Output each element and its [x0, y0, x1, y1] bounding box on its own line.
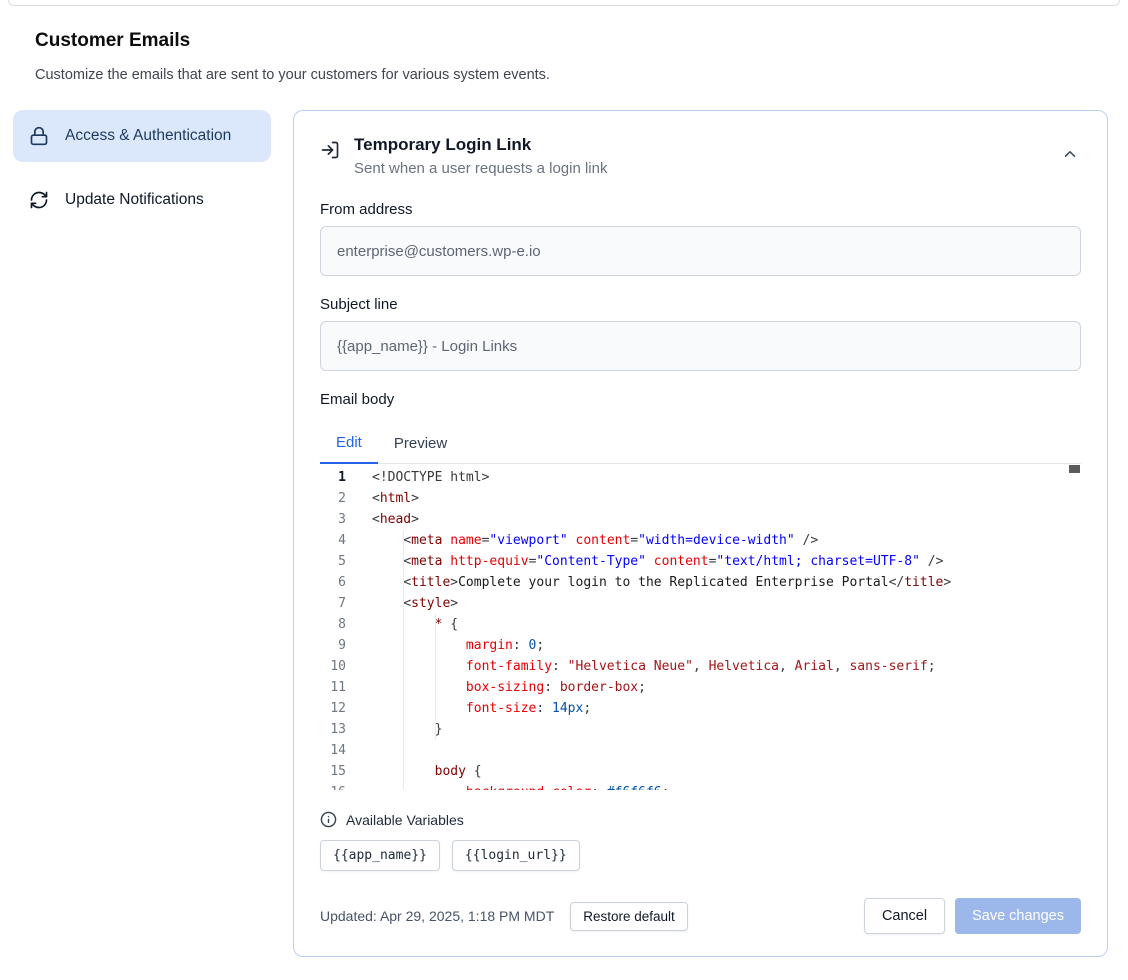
lock-icon — [29, 126, 49, 146]
cancel-button[interactable]: Cancel — [864, 898, 945, 934]
tab-edit[interactable]: Edit — [320, 425, 378, 464]
variable-chips: {{app_name}} {{login_url}} — [320, 840, 1081, 871]
editor-gutter: 12345678910111213141516 — [320, 467, 346, 790]
page-header: Customer Emails Customize the emails tha… — [0, 6, 1128, 83]
sidebar-item-label: Update Notifications — [65, 188, 204, 212]
email-body-label: Email body — [320, 391, 1081, 408]
tab-preview[interactable]: Preview — [378, 425, 463, 463]
from-address-input[interactable] — [320, 226, 1081, 276]
editor-tabbar: Edit Preview — [320, 425, 1081, 464]
editor-code[interactable]: <!DOCTYPE html><html><head> <meta name="… — [346, 467, 951, 790]
chevron-up-icon — [1061, 145, 1079, 166]
indent-guide — [435, 614, 436, 740]
email-body-code-editor[interactable]: 12345678910111213141516 <!DOCTYPE html><… — [320, 464, 1081, 790]
sidebar-item-label: Access & Authentication — [65, 124, 231, 148]
save-changes-button[interactable]: Save changes — [955, 898, 1081, 934]
log-in-icon — [320, 140, 340, 160]
subject-line-input[interactable] — [320, 321, 1081, 371]
available-variables-label: Available Variables — [346, 812, 464, 828]
editor-scrollbar-thumb[interactable] — [1069, 465, 1080, 473]
refresh-icon — [29, 190, 49, 210]
temporary-login-link-card: Temporary Login Link Sent when a user re… — [293, 110, 1108, 957]
from-address-label: From address — [320, 201, 1081, 218]
card-footer: Updated: Apr 29, 2025, 1:18 PM MDT Resto… — [320, 898, 1081, 934]
page-title: Customer Emails — [35, 30, 1093, 52]
sidebar-item-update-notifications[interactable]: Update Notifications — [13, 174, 271, 226]
card-title: Temporary Login Link — [354, 135, 607, 155]
page-subtitle: Customize the emails that are sent to yo… — [35, 67, 1093, 83]
card-subtitle: Sent when a user requests a login link — [354, 160, 607, 177]
indent-guide — [403, 530, 404, 790]
available-variables-row: Available Variables — [320, 811, 1081, 828]
info-icon — [320, 811, 337, 828]
updated-timestamp: Updated: Apr 29, 2025, 1:18 PM MDT — [320, 908, 554, 924]
restore-default-button[interactable]: Restore default — [570, 902, 688, 931]
subject-line-label: Subject line — [320, 296, 1081, 313]
content-layout: Access & Authentication Update Notificat… — [0, 83, 1128, 957]
email-types-sidebar: Access & Authentication Update Notificat… — [13, 110, 271, 226]
sidebar-item-access-authentication[interactable]: Access & Authentication — [13, 110, 271, 162]
variable-chip-app-name[interactable]: {{app_name}} — [320, 840, 440, 871]
variable-chip-login-url[interactable]: {{login_url}} — [452, 840, 580, 871]
card-header: Temporary Login Link Sent when a user re… — [320, 135, 1081, 177]
card-header-text: Temporary Login Link Sent when a user re… — [354, 135, 607, 177]
collapse-button[interactable] — [1059, 143, 1081, 168]
